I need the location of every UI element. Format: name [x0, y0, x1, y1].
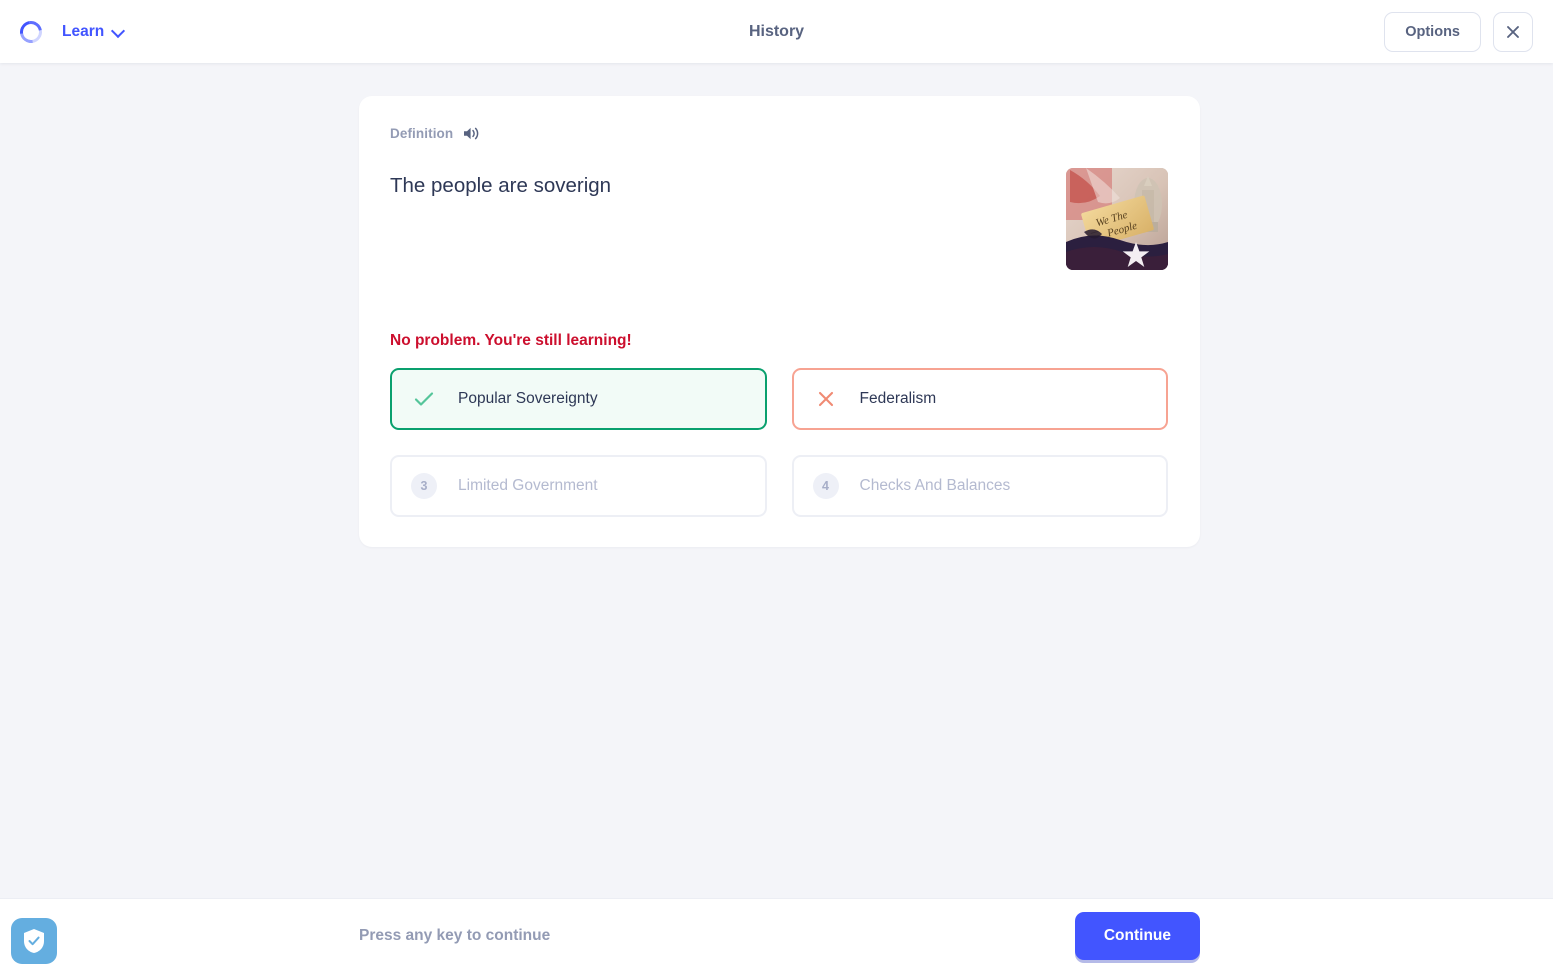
continue-hint-text: Press any key to continue — [359, 927, 551, 944]
answer-choice-3: 3 Limited Government — [390, 455, 767, 517]
choice-number-badge: 4 — [808, 473, 844, 499]
constitution-we-the-people-image: We The People — [1066, 168, 1168, 270]
learn-mode-app: Learn History Options Definition The peo… — [0, 0, 1553, 973]
close-icon — [1507, 25, 1519, 38]
answer-choice-4: 4 Checks And Balances — [791, 455, 1168, 517]
answer-choice-label: Popular Sovereignty — [458, 390, 598, 407]
check-icon — [406, 391, 442, 407]
answer-choice-label: Checks And Balances — [859, 477, 1011, 494]
speaker-icon[interactable] — [463, 126, 480, 141]
choice-number-badge: 3 — [406, 473, 442, 499]
prompt-row: The people are soverign We The People — [390, 168, 1168, 296]
app-footer: Press any key to continue Continue — [0, 898, 1553, 973]
x-icon — [808, 390, 844, 408]
feedback-message: No problem. You're still learning! — [390, 332, 632, 349]
chevron-down-icon — [112, 25, 125, 38]
main-content-area: Definition The people are soverign We Th… — [0, 63, 1553, 898]
header-right-group: Options — [1384, 11, 1533, 52]
choice-number: 4 — [812, 473, 839, 499]
answer-choice-correct[interactable]: Popular Sovereignty — [390, 368, 767, 430]
continue-button[interactable]: Continue — [1074, 912, 1200, 960]
answer-choice-incorrect[interactable]: Federalism — [791, 368, 1168, 430]
learn-mode-dropdown[interactable]: Learn — [60, 19, 127, 45]
card-header-row: Definition — [390, 126, 1168, 141]
learn-mode-label: Learn — [62, 22, 105, 40]
loading-spinner-icon — [15, 16, 47, 47]
choice-number: 3 — [411, 473, 437, 499]
privacy-shield-button[interactable] — [11, 918, 57, 964]
answer-choice-label: Limited Government — [458, 477, 598, 494]
definition-prompt-text: The people are soverign — [390, 174, 612, 197]
answer-choice-label: Federalism — [859, 390, 937, 407]
study-card: Definition The people are soverign We Th… — [359, 96, 1200, 547]
term-image-thumbnail[interactable]: We The People — [1066, 168, 1168, 270]
app-header: Learn History Options — [0, 0, 1553, 63]
answer-choice-grid: Popular Sovereignty Federalism 3 Limited… — [390, 368, 1168, 517]
options-button[interactable]: Options — [1384, 11, 1481, 52]
definition-label: Definition — [390, 126, 454, 141]
close-button[interactable] — [1493, 11, 1533, 52]
header-left-group: Learn — [15, 16, 127, 47]
page-title: History — [748, 22, 805, 40]
shield-check-icon — [24, 929, 44, 953]
